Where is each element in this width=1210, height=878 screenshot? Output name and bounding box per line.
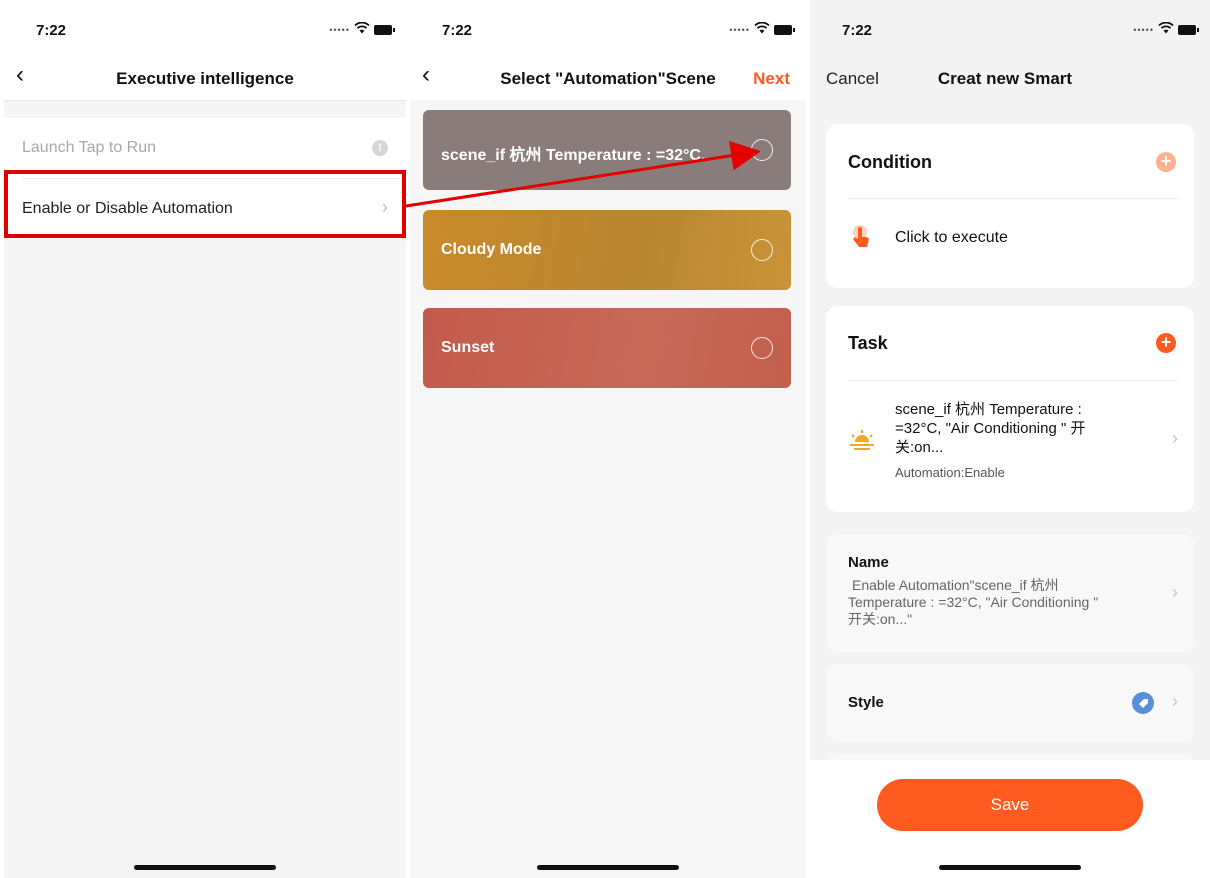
status-icons: ••••• (329, 21, 395, 37)
menu-item-label: Enable or Disable Automation (22, 200, 233, 217)
chevron-right-icon: › (1172, 691, 1178, 711)
status-time: 7:22 (442, 22, 473, 39)
nav-bar: ‹ Executive intelligence (4, 55, 406, 101)
task-item-line: scene_if 杭州 Temperature : (895, 401, 1082, 418)
task-item-line: =32°C, "Air Conditioning " 开 (895, 420, 1086, 437)
signal-icon: ••••• (329, 24, 350, 35)
tag-icon (1132, 692, 1154, 714)
scene-card-sunset[interactable]: Sunset (423, 308, 791, 388)
name-value: Enable Automation"scene_if 杭州 Temperatur… (848, 577, 1158, 628)
enable-disable-automation-item[interactable]: Enable or Disable Automation › (4, 179, 406, 239)
home-indicator (537, 865, 679, 870)
name-label: Name (848, 554, 889, 571)
save-button[interactable]: Save (877, 779, 1143, 831)
info-icon: ! (372, 140, 388, 156)
scene-name: scene_if 杭州 Temperature : =32°C... (441, 147, 715, 164)
executive-intelligence-screen: 7:22 ••••• ‹ Executive intelligence Laun… (4, 0, 406, 878)
launch-tap-to-run-item[interactable]: Launch Tap to Run ! (4, 118, 406, 178)
next-button[interactable]: Next (753, 69, 790, 89)
radio-button[interactable] (751, 337, 773, 359)
name-line: Enable Automation"scene_if 杭州 (852, 577, 1059, 593)
condition-item-label[interactable]: Click to execute (895, 229, 1008, 247)
scene-card-temperature[interactable]: scene_if 杭州 Temperature : =32°C... (423, 110, 791, 190)
scene-name: Sunset (441, 339, 495, 356)
task-item-line: 关:on... (895, 439, 944, 456)
battery-icon (1178, 24, 1199, 35)
task-title: Task (848, 333, 888, 353)
nav-bar: Cancel Creat new Smart (810, 55, 1210, 100)
task-item-subtitle: Automation:Enable (895, 465, 1005, 480)
wifi-icon (354, 21, 370, 37)
task-item[interactable]: scene_if 杭州 Temperature : =32°C, "Air Co… (895, 400, 1155, 482)
status-icons: ••••• (1133, 21, 1199, 37)
select-automation-scene-screen: 7:22 ••••• ‹ Select "Automation"Scene Ne… (410, 0, 806, 878)
scene-name: Cloudy Mode (441, 241, 542, 258)
style-label: Style (848, 694, 884, 711)
divider (848, 380, 1178, 381)
tap-hand-icon (850, 224, 872, 255)
chevron-right-icon: › (1172, 582, 1178, 602)
status-bar: 7:22 ••••• (410, 0, 806, 60)
divider (848, 198, 1178, 199)
name-line: 开关:on..." (848, 611, 913, 627)
battery-icon (774, 24, 795, 35)
wifi-icon (754, 21, 770, 37)
menu-item-label: Launch Tap to Run (22, 139, 157, 156)
sunrise-icon (848, 428, 876, 457)
name-line: Temperature : =32°C, "Air Conditioning " (848, 594, 1099, 610)
home-indicator (134, 865, 276, 870)
radio-button[interactable] (751, 239, 773, 261)
page-title: Select "Automation"Scene (500, 69, 716, 88)
task-card: Task + scene_if 杭州 Temperature : =32°C, … (826, 306, 1194, 512)
name-card[interactable]: Name Enable Automation"scene_if 杭州 Tempe… (826, 534, 1194, 652)
page-title: Executive intelligence (116, 69, 294, 88)
status-bar: 7:22 ••••• (810, 0, 1210, 60)
status-icons: ••••• (729, 21, 795, 37)
scene-card-cloudy-mode[interactable]: Cloudy Mode (423, 210, 791, 290)
action-list: Launch Tap to Run ! Enable or Disable Au… (4, 118, 406, 239)
status-time: 7:22 (36, 22, 67, 39)
nav-bar: ‹ Select "Automation"Scene Next (410, 55, 806, 100)
status-bar: 7:22 ••••• (4, 0, 406, 60)
condition-title: Condition (848, 152, 932, 172)
add-task-button[interactable]: + (1156, 333, 1176, 353)
create-new-smart-screen: 7:22 ••••• Cancel Creat new Smart Condit… (810, 0, 1210, 878)
battery-icon (374, 24, 395, 35)
wifi-icon (1158, 21, 1174, 37)
condition-card: Condition + Click to execute (826, 124, 1194, 288)
add-condition-button[interactable]: + (1156, 152, 1176, 172)
chevron-right-icon: › (382, 197, 388, 217)
status-time: 7:22 (842, 22, 873, 39)
style-card[interactable]: Style › (826, 664, 1194, 742)
radio-button[interactable] (751, 139, 773, 161)
chevron-right-icon: › (1172, 428, 1178, 448)
signal-icon: ••••• (729, 24, 750, 35)
home-indicator (939, 865, 1081, 870)
page-title: Creat new Smart (937, 69, 1073, 88)
signal-icon: ••••• (1133, 24, 1154, 35)
